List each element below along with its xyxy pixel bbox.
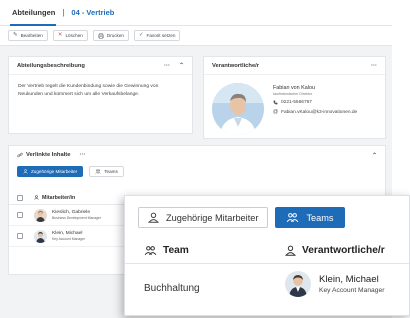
responsible-role: Key Account Manager bbox=[319, 287, 385, 294]
linked-tabs: Zugehörige Mitarbeiter Teams bbox=[9, 164, 385, 177]
avatar bbox=[34, 208, 47, 222]
linked-content-title: Verlinkte Inhalte bbox=[26, 152, 71, 158]
tab-teams-label: Teams bbox=[306, 212, 334, 223]
tab-employees[interactable]: Zugehörige Mitarbeiter bbox=[17, 166, 84, 177]
row-checkbox[interactable] bbox=[17, 212, 23, 218]
more-icon[interactable]: ··· bbox=[164, 63, 170, 69]
print-button-label: Drucken bbox=[106, 33, 124, 38]
team-icon bbox=[95, 169, 101, 174]
zoom-table-header: Team Verantwortliche/r bbox=[125, 238, 409, 264]
tab-employees-label: Zugehörige Mitarbeiter bbox=[166, 212, 259, 223]
tab-teams[interactable]: Teams bbox=[275, 207, 345, 228]
edit-button[interactable]: ✎ Bearbeiten bbox=[8, 30, 48, 41]
column-header-responsible[interactable]: Verantwortliche/r bbox=[285, 245, 385, 256]
user-icon bbox=[23, 169, 28, 174]
pencil-icon: ✎ bbox=[13, 31, 18, 38]
employee-role: Business Development Manager bbox=[52, 216, 102, 220]
team-icon bbox=[144, 245, 157, 256]
description-text: Der Vertrieb regelt die Kundenbindung so… bbox=[18, 84, 159, 97]
employee-role: Key Account Manager bbox=[52, 237, 86, 241]
user-icon bbox=[34, 195, 39, 200]
link-icon bbox=[17, 152, 23, 158]
page-header: Abteilungen | 04 - Vertrieb bbox=[0, 0, 392, 26]
employee-name: Klein, Michael bbox=[52, 231, 83, 236]
description-card-header: Abteilungsbeschreibung ··· ⌃ bbox=[9, 57, 192, 75]
chevron-up-icon[interactable]: ⌃ bbox=[372, 152, 377, 159]
description-card: Abteilungsbeschreibung ··· ⌃ Der Vertrie… bbox=[8, 56, 193, 134]
email-row: @ Fabian.vKalou@k3-innovationen.de bbox=[273, 109, 357, 115]
column-header-responsible-label: Verantwortliche/r bbox=[302, 245, 385, 256]
tab-employees[interactable]: Zugehörige Mitarbeiter bbox=[138, 207, 269, 228]
close-icon: ✕ bbox=[57, 31, 63, 38]
team-name: Buchhaltung bbox=[144, 283, 200, 294]
responsible-name: Fabian von Kalou bbox=[273, 85, 315, 91]
page-title: 04 - Vertrieb bbox=[71, 8, 115, 17]
toolbar: ✎ Bearbeiten ✕ Löschen Drucken ✓ Favorit… bbox=[0, 26, 392, 46]
team-icon bbox=[286, 212, 299, 223]
column-header-employee[interactable]: Mitarbeiter/in bbox=[42, 195, 75, 201]
responsible-role: kaufmännischer Direktor bbox=[273, 92, 312, 96]
responsible-card-header: Verantwortliche/r ··· bbox=[204, 57, 385, 75]
responsible-name: Klein, Michael bbox=[319, 274, 379, 285]
zoom-overlay: Zugehörige Mitarbeiter Teams Team Verant… bbox=[124, 195, 410, 316]
more-icon[interactable]: ··· bbox=[79, 152, 85, 158]
user-icon bbox=[148, 212, 159, 223]
more-icon[interactable]: ··· bbox=[371, 63, 377, 69]
linked-content-header: Verlinkte Inhalte ··· ⌃ bbox=[9, 146, 385, 164]
avatar bbox=[285, 271, 311, 297]
avatar bbox=[34, 229, 47, 243]
phone-row: 0221-5566767 bbox=[273, 100, 357, 105]
edit-button-label: Bearbeiten bbox=[20, 33, 43, 38]
description-card-title: Abteilungsbeschreibung bbox=[17, 62, 85, 69]
chevron-up-icon[interactable]: ⌃ bbox=[179, 62, 184, 69]
phone-number[interactable]: 0221-5566767 bbox=[281, 100, 312, 105]
delete-button[interactable]: ✕ Löschen bbox=[52, 30, 88, 41]
employee-name: Kieslich, Gabriele bbox=[52, 210, 91, 215]
delete-button-label: Löschen bbox=[65, 33, 83, 38]
responsible-card: Verantwortliche/r ··· Fabian von Kalou k… bbox=[203, 56, 386, 139]
at-icon: @ bbox=[273, 109, 279, 115]
responsible-person: Klein, Michael Key Account Manager bbox=[285, 271, 384, 297]
select-all-checkbox[interactable] bbox=[17, 194, 23, 201]
printer-icon bbox=[98, 32, 104, 39]
table-row[interactable]: Buchhaltung Klein, Michael Key Account M… bbox=[125, 264, 409, 306]
column-header-team[interactable]: Team bbox=[144, 245, 189, 256]
user-icon bbox=[285, 245, 296, 256]
check-icon: ✓ bbox=[138, 31, 144, 38]
tab-employees-label: Zugehörige Mitarbeiter bbox=[31, 169, 78, 174]
tab-teams[interactable]: Teams bbox=[89, 166, 124, 177]
favorite-button[interactable]: ✓ Favorit setzen bbox=[133, 30, 181, 41]
zoom-tabs: Zugehörige Mitarbeiter Teams bbox=[138, 207, 345, 228]
print-button[interactable]: Drucken bbox=[92, 30, 129, 41]
row-checkbox[interactable] bbox=[17, 233, 23, 239]
responsible-card-title: Verantwortliche/r bbox=[212, 62, 260, 69]
phone-icon bbox=[273, 100, 278, 105]
breadcrumb-section[interactable]: Abteilungen bbox=[12, 8, 55, 17]
favorite-button-label: Favorit setzen bbox=[146, 33, 176, 38]
tab-teams-label: Teams bbox=[104, 169, 118, 174]
avatar bbox=[212, 83, 264, 135]
column-header-team-label: Team bbox=[163, 245, 189, 256]
email-address[interactable]: Fabian.vKalou@k3-innovationen.de bbox=[281, 110, 357, 115]
breadcrumb-separator: | bbox=[62, 8, 65, 17]
